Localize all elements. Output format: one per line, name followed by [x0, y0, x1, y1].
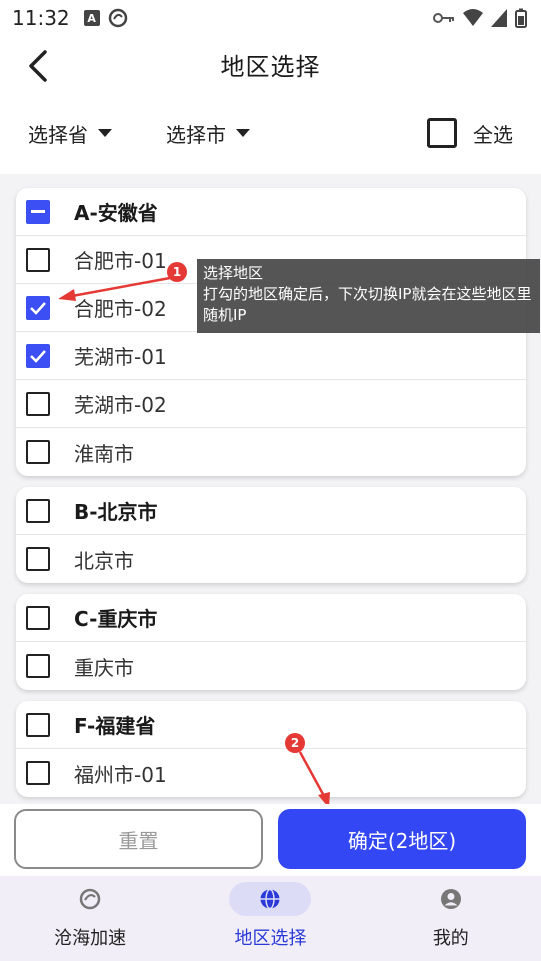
back-button[interactable]: [18, 46, 58, 86]
tooltip-title: 选择地区: [203, 264, 264, 282]
group-row[interactable]: C-重庆市: [16, 594, 526, 642]
region-label: 北京市: [74, 548, 134, 573]
region-checkbox[interactable]: [26, 295, 50, 320]
select-all-label: 全选: [473, 122, 513, 147]
page-title: 地区选择: [220, 52, 321, 81]
region-row[interactable]: 淮南市: [16, 428, 526, 476]
status-time: 11:32: [12, 6, 70, 30]
step-badge: 1: [167, 262, 187, 282]
tutorial-tooltip: 选择地区 打勾的地区确定后，下次切换IP就会在这些地区里随机IP: [197, 259, 540, 333]
reset-button[interactable]: 重置: [14, 809, 263, 869]
region-row[interactable]: 芜湖市-01: [16, 332, 526, 380]
region-checkbox[interactable]: [26, 761, 50, 785]
group-title: A-安徽省: [74, 201, 158, 225]
region-checkbox[interactable]: [26, 547, 50, 571]
group-row[interactable]: A-安徽省: [16, 188, 526, 236]
vpn-key-icon: [433, 13, 454, 23]
group-title: F-福建省: [74, 714, 156, 738]
app-header: 地区选择: [0, 36, 541, 92]
nav-label: 地区选择: [234, 928, 307, 949]
region-row[interactable]: 芜湖市-02: [16, 380, 526, 428]
select-all-checkbox[interactable]: [427, 118, 457, 148]
checkmark-icon: [30, 301, 46, 315]
region-label: 重庆市: [74, 655, 134, 680]
city-dropdown[interactable]: 选择市: [166, 119, 250, 148]
group-row[interactable]: F-福建省: [16, 701, 526, 749]
globe-icon: [260, 888, 280, 910]
city-dropdown-label: 选择市: [166, 122, 226, 147]
wifi-icon: [463, 9, 483, 26]
status-bar: 11:32 A: [0, 0, 541, 36]
person-icon: [440, 889, 461, 909]
back-arrow-icon: [29, 50, 47, 82]
caret-down-icon: [98, 129, 112, 137]
signal-icon: [491, 9, 507, 27]
group-checkbox[interactable]: [26, 199, 50, 224]
region-checkbox[interactable]: [26, 654, 50, 678]
region-label: 福州市-01: [74, 762, 167, 787]
region-checkbox[interactable]: [26, 247, 50, 272]
region-label: 合肥市-02: [74, 297, 167, 321]
region-checkbox[interactable]: [26, 391, 50, 416]
region-group-card: F-福建省 福州市-01: [16, 701, 526, 797]
app-notification-icon: [108, 8, 127, 28]
province-dropdown-label: 选择省: [28, 122, 88, 147]
province-dropdown[interactable]: 选择省: [28, 119, 112, 148]
nav-item-region[interactable]: 地区选择: [180, 876, 360, 961]
notification-a-icon: A: [83, 10, 100, 26]
filter-row: 选择省 选择市 全选: [0, 92, 541, 174]
region-label: 芜湖市-02: [74, 393, 167, 417]
region-group-card: C-重庆市 重庆市: [16, 594, 526, 690]
nav-label: 沧海加速: [54, 928, 127, 949]
region-row[interactable]: 北京市: [16, 535, 526, 583]
group-checkbox[interactable]: [26, 498, 50, 523]
region-label: 合肥市-01: [74, 249, 167, 273]
bottom-navigation: 沧海加速 地区选择 我的: [0, 876, 541, 961]
action-bar: 重置 确定(2地区): [0, 804, 541, 876]
group-row[interactable]: B-北京市: [16, 487, 526, 535]
confirm-button[interactable]: 确定(2地区): [278, 809, 526, 869]
battery-icon: [515, 8, 527, 28]
tooltip-body: 打勾的地区确定后，下次切换IP就会在这些地区里随机IP: [203, 285, 532, 324]
group-checkbox[interactable]: [26, 605, 50, 630]
group-checkbox[interactable]: [26, 712, 50, 737]
region-checkbox[interactable]: [26, 343, 50, 368]
region-row[interactable]: 福州市-01: [16, 749, 526, 797]
caret-down-icon: [236, 129, 250, 137]
nav-item-profile[interactable]: 我的: [361, 876, 541, 961]
region-label: 芜湖市-01: [74, 345, 167, 369]
region-checkbox[interactable]: [26, 440, 50, 464]
group-title: B-北京市: [74, 500, 158, 524]
nav-item-home[interactable]: 沧海加速: [0, 876, 180, 961]
region-row[interactable]: 重庆市: [16, 642, 526, 690]
region-label: 淮南市: [74, 441, 134, 466]
select-all-toggle[interactable]: 全选: [427, 118, 513, 148]
app-logo-icon: [79, 888, 101, 910]
nav-label: 我的: [432, 928, 469, 949]
step-badge: 2: [285, 733, 305, 753]
region-group-card: B-北京市 北京市: [16, 487, 526, 583]
checkmark-icon: [30, 349, 46, 363]
group-title: C-重庆市: [74, 607, 158, 631]
